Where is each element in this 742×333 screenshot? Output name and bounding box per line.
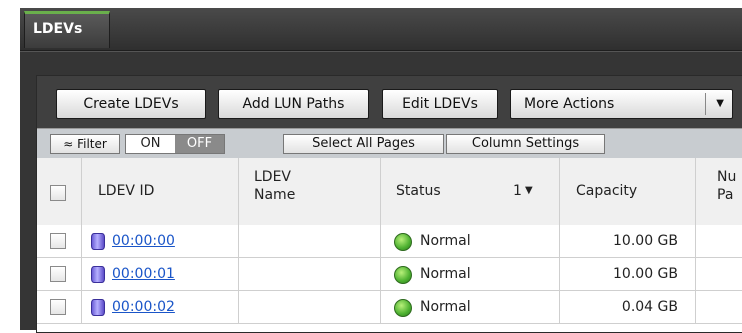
ldev-id-header-label: LDEV ID	[98, 183, 155, 199]
partial-header-label-1: Nu	[717, 169, 737, 185]
table-row[interactable]: 00:00:00 Normal 10.00 GB	[37, 225, 742, 258]
status-text: Normal	[420, 266, 471, 282]
capacity-cell: 10.00 GB	[560, 258, 696, 290]
header-select-cell	[37, 158, 82, 225]
filter-on-option[interactable]: ON	[126, 135, 175, 153]
row-checkbox[interactable]	[50, 233, 66, 249]
capacity-header-label: Capacity	[576, 183, 638, 199]
add-lun-paths-button[interactable]: Add LUN Paths	[218, 89, 369, 119]
status-cell: Normal	[381, 258, 560, 290]
row-select-cell	[37, 258, 82, 290]
capacity-cell: 0.04 GB	[560, 291, 696, 323]
create-ldevs-label: Create LDEVs	[83, 96, 179, 112]
ldev-name-header-label-1: LDEV	[254, 169, 292, 185]
status-cell: Normal	[381, 225, 560, 257]
ldev-panel: Create LDEVs Add LUN Paths Edit LDEVs Mo…	[36, 75, 742, 333]
database-icon	[91, 233, 105, 250]
column-header-partial[interactable]: Nu Pa	[696, 158, 742, 225]
tab-label: LDEVs	[33, 21, 83, 37]
row-checkbox[interactable]	[50, 266, 66, 282]
ldev-id-link[interactable]: 00:00:01	[112, 258, 175, 290]
select-all-pages-label: Select All Pages	[312, 136, 415, 151]
more-actions-label: More Actions	[524, 96, 615, 112]
column-header-capacity[interactable]: Capacity	[560, 158, 696, 225]
ldev-id-cell: 00:00:01	[82, 258, 239, 290]
column-settings-button[interactable]: Column Settings	[446, 134, 605, 154]
create-ldevs-button[interactable]: Create LDEVs	[56, 89, 206, 119]
partial-header-label-2: Pa	[717, 187, 734, 203]
tab-ldevs[interactable]: LDEVs	[24, 11, 110, 48]
capacity-cell: 10.00 GB	[560, 225, 696, 257]
ldev-id-cell: 00:00:00	[82, 225, 239, 257]
edit-ldevs-label: Edit LDEVs	[402, 96, 478, 112]
database-icon	[91, 266, 105, 283]
sort-order-label: 1	[513, 183, 522, 199]
window-frame: LDEVs Create LDEVs Add LUN Paths Edit LD…	[20, 8, 742, 333]
add-lun-paths-label: Add LUN Paths	[242, 96, 345, 112]
partial-cell	[696, 225, 742, 257]
select-all-checkbox[interactable]	[50, 185, 66, 201]
sort-desc-icon: ▼	[525, 185, 533, 196]
ldev-table: LDEV ID LDEV Name Status 1 ▼ Capacity Nu…	[37, 158, 742, 332]
ldev-id-cell: 00:00:02	[82, 291, 239, 323]
ldev-id-link[interactable]: 00:00:02	[112, 291, 175, 323]
ldev-name-cell	[239, 225, 381, 257]
filter-icon: ≈	[63, 137, 74, 151]
status-header-label: Status	[396, 183, 441, 199]
ldev-name-cell	[239, 291, 381, 323]
table-row[interactable]: 00:00:02 Normal 0.04 GB	[37, 291, 742, 324]
partial-cell	[696, 258, 742, 290]
filter-toggle[interactable]: ON OFF	[125, 134, 225, 154]
filter-button[interactable]: ≈ Filter	[50, 134, 120, 154]
status-normal-icon	[394, 233, 412, 251]
status-text: Normal	[420, 299, 471, 315]
chevron-down-icon[interactable]: ▼	[716, 90, 724, 118]
ldev-name-header-label-2: Name	[254, 187, 296, 203]
column-settings-label: Column Settings	[471, 136, 580, 151]
database-icon	[91, 299, 105, 316]
select-all-pages-button[interactable]: Select All Pages	[283, 134, 444, 154]
edit-ldevs-button[interactable]: Edit LDEVs	[382, 89, 498, 119]
column-header-status[interactable]: Status 1 ▼	[381, 158, 560, 225]
more-actions-button[interactable]: More Actions ▼	[510, 89, 733, 119]
ldev-name-cell	[239, 258, 381, 290]
status-cell: Normal	[381, 291, 560, 323]
status-text: Normal	[420, 233, 471, 249]
partial-cell	[696, 291, 742, 323]
table-header: LDEV ID LDEV Name Status 1 ▼ Capacity Nu…	[37, 158, 742, 226]
filter-bar: ≈ Filter ON OFF Select All Pages Column …	[37, 128, 742, 159]
table-row[interactable]: 00:00:01 Normal 10.00 GB	[37, 258, 742, 291]
column-header-ldev-id[interactable]: LDEV ID	[82, 158, 239, 225]
more-actions-divider	[705, 93, 706, 115]
row-select-cell	[37, 225, 82, 257]
ldev-id-link[interactable]: 00:00:00	[112, 225, 175, 257]
filter-label: Filter	[77, 137, 107, 151]
status-normal-icon	[394, 266, 412, 284]
status-normal-icon	[394, 299, 412, 317]
filter-off-option[interactable]: OFF	[175, 135, 224, 153]
column-header-ldev-name[interactable]: LDEV Name	[239, 158, 381, 225]
row-checkbox[interactable]	[50, 299, 66, 315]
content-area: Create LDEVs Add LUN Paths Edit LDEVs Mo…	[20, 51, 742, 333]
tab-strip: LDEVs	[20, 8, 742, 51]
row-select-cell	[37, 291, 82, 323]
